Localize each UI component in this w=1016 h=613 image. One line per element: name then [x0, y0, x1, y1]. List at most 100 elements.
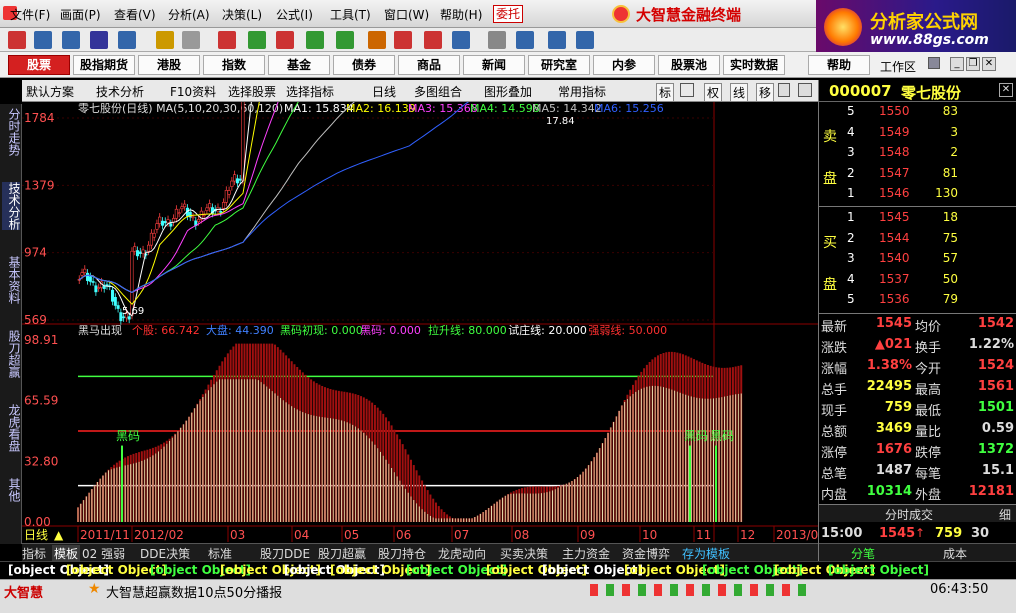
close-panel-icon[interactable]: ✕ — [999, 83, 1013, 97]
toolbar-tool-icon[interactable] — [62, 31, 80, 49]
toolbar-tool-icon[interactable] — [336, 31, 354, 49]
template-tab[interactable]: DDE决策 — [140, 545, 190, 562]
menu-item[interactable]: 工具(T) — [330, 6, 371, 23]
chart-toolbar-item[interactable]: 技术分析 — [96, 83, 144, 100]
template-tab[interactable]: 股刀超赢 — [318, 545, 366, 562]
nav-button[interactable]: 基金 — [268, 55, 330, 75]
toolbar-tool-icon[interactable] — [576, 31, 594, 49]
chart-toolbar-item[interactable]: 选择指标 — [286, 83, 334, 100]
menu-item[interactable]: 分析(A) — [168, 6, 210, 23]
stock-code: 000007 — [829, 82, 892, 100]
menu-item[interactable]: 画面(P) — [60, 6, 101, 23]
nav-button[interactable]: 商品 — [398, 55, 460, 75]
template-tab[interactable]: 股刀DDE — [260, 545, 310, 562]
window-mode-icon[interactable] — [798, 83, 812, 97]
chart-toolbar-item[interactable]: 常用指标 — [558, 83, 606, 100]
nav-button[interactable]: 债券 — [333, 55, 395, 75]
toolbar-tool-icon[interactable] — [424, 31, 442, 49]
side-tab[interactable]: 龙虎看盘 — [2, 404, 21, 452]
side-tab[interactable]: 其他 — [2, 478, 21, 502]
chart-toolbar-item[interactable]: 图形叠加 — [484, 83, 532, 100]
side-tab[interactable]: 分时走势 — [2, 108, 21, 156]
template-tab[interactable]: 主力资金 — [562, 545, 610, 562]
toolbar-tool-icon[interactable] — [90, 31, 108, 49]
nav-button[interactable]: 帮助 — [808, 55, 870, 75]
workspace-dropdown-icon[interactable] — [928, 57, 940, 69]
chart-toolbar-item[interactable]: F10资料 — [170, 83, 216, 100]
template-tab[interactable]: 龙虎动向 — [438, 545, 486, 562]
entrust-button[interactable]: 委托 — [493, 5, 523, 23]
toolbar-tool-icon[interactable] — [276, 31, 294, 49]
grid-icon[interactable] — [680, 83, 694, 97]
right-tab[interactable]: 成本 — [943, 545, 967, 562]
toolbar-tool-icon[interactable] — [218, 31, 236, 49]
toolbar-tool-icon[interactable] — [368, 31, 386, 49]
toolbar-tool-icon[interactable] — [34, 31, 52, 49]
chart-toolbar-item[interactable]: 默认方案 — [26, 83, 74, 100]
nav-button[interactable]: 实时数据 — [723, 55, 785, 75]
candle-body — [235, 178, 239, 184]
menu-item[interactable]: 公式(I) — [276, 6, 313, 23]
chart-option-button[interactable]: 标 — [656, 83, 675, 102]
side-tab[interactable]: 基本资料 — [2, 256, 21, 304]
quote-label: 量比 — [915, 425, 942, 440]
period-arrow-icon[interactable]: ▲ — [54, 528, 64, 542]
menu-item[interactable]: 决策(L) — [222, 6, 262, 23]
chart-toolbar-item[interactable]: 选择股票 — [228, 83, 276, 100]
toolbar-tool-icon[interactable] — [118, 31, 136, 49]
period-label[interactable]: 日线 — [24, 528, 48, 542]
chart-option-button[interactable]: 线 — [730, 83, 749, 102]
toolbar-tool-icon[interactable] — [182, 31, 200, 49]
nav-button[interactable]: 新闻 — [463, 55, 525, 75]
nav-button[interactable]: 指数 — [203, 55, 265, 75]
template-tab[interactable]: 资金博弈 — [622, 545, 670, 562]
template-tab[interactable]: 股刀持仓 — [378, 545, 426, 562]
nav-button[interactable]: 港股 — [138, 55, 200, 75]
clock-text: 06:43:50 — [930, 582, 989, 597]
side-tab[interactable]: 股刀超赢 — [2, 330, 21, 378]
chart-option-button[interactable]: 移 — [756, 83, 775, 102]
tick-title[interactable]: 分时成交 — [885, 506, 933, 523]
ticker-item[interactable]: [object Object] — [828, 563, 929, 577]
toolbar-tool-icon[interactable] — [248, 31, 266, 49]
tick-detail-button[interactable]: 细 — [999, 506, 1011, 523]
template-tab[interactable]: 指标 — [22, 545, 46, 562]
template-tab[interactable]: 买卖决策 — [500, 545, 548, 562]
toolbar-tool-icon[interactable] — [394, 31, 412, 49]
template-tab[interactable]: 02 强弱 — [82, 545, 125, 562]
toolbar-tool-icon[interactable] — [306, 31, 324, 49]
close-icon[interactable]: ✕ — [982, 57, 996, 71]
candle-body — [158, 216, 162, 224]
side-tab[interactable]: 技术分析 — [2, 182, 21, 230]
kline-chart[interactable]: 零七股份(日线) MA(5,10,20,30,60,120) MA1: 15.83… — [22, 102, 818, 542]
chart-toolbar-item[interactable]: 多图组合 — [414, 83, 462, 100]
menu-item[interactable]: 窗口(W) — [384, 6, 429, 23]
chart-option-button[interactable]: 权 — [704, 83, 723, 102]
template-tab[interactable]: 标准 — [208, 545, 232, 562]
news-text[interactable]: 大智慧超赢数据10点50分播报 — [106, 582, 282, 601]
quote-label: 最低 — [915, 404, 942, 419]
toolbar-tool-icon[interactable] — [488, 31, 506, 49]
restore-icon[interactable]: ❐ — [966, 57, 980, 71]
nav-button[interactable]: 内参 — [593, 55, 655, 75]
x-tick-label: 2012/02 — [134, 528, 184, 542]
menu-item[interactable]: 帮助(H) — [440, 6, 482, 23]
nav-button[interactable]: 股指期货 — [73, 55, 135, 75]
nav-button[interactable]: 股票池 — [658, 55, 720, 75]
menu-item[interactable]: 查看(V) — [114, 6, 156, 23]
toolbar-tool-icon[interactable] — [156, 31, 174, 49]
nav-button[interactable]: 股票 — [8, 55, 70, 75]
toolbar-tool-icon[interactable] — [8, 31, 26, 49]
chart-toolbar-item[interactable]: 日线 — [372, 83, 396, 100]
toolbar-tool-icon[interactable] — [516, 31, 534, 49]
toolbar-tool-icon[interactable] — [452, 31, 470, 49]
template-tab[interactable]: 模板 — [52, 545, 81, 562]
right-tab[interactable]: 分笔 — [851, 545, 875, 562]
minimize-icon[interactable]: _ — [950, 57, 964, 71]
workspace-label[interactable]: 工作区 — [880, 58, 916, 75]
menu-item[interactable]: 文件(F) — [10, 6, 50, 23]
kline-mode-icon[interactable] — [778, 83, 790, 97]
toolbar-tool-icon[interactable] — [548, 31, 566, 49]
nav-button[interactable]: 研究室 — [528, 55, 590, 75]
template-tab[interactable]: 存为模板 — [682, 545, 730, 562]
